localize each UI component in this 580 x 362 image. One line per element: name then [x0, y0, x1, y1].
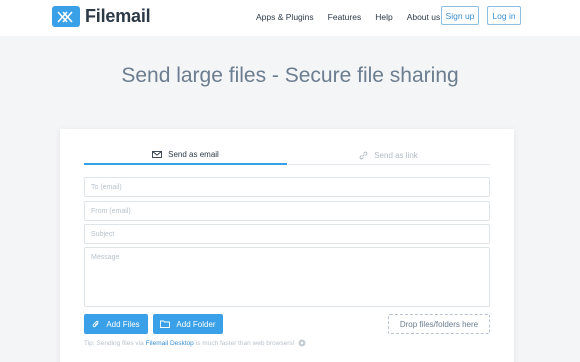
folder-icon [160, 320, 171, 328]
upload-card: Send as email Send as link To (email) Fr… [60, 129, 514, 362]
info-icon[interactable] [298, 339, 306, 347]
add-files-label: Add Files [106, 319, 140, 329]
top-bar: Filemail Apps & Plugins Features Help Ab… [0, 0, 580, 36]
tip-suffix: is much faster than web browsers! [195, 339, 295, 347]
tab-send-as-link[interactable]: Send as link [287, 145, 490, 165]
add-folder-button[interactable]: Add Folder [153, 314, 223, 334]
nav-features[interactable]: Features [328, 12, 362, 22]
tab-link-label: Send as link [374, 150, 418, 160]
nav-about-us[interactable]: About us [407, 12, 441, 22]
brand-logo[interactable]: Filemail [52, 6, 151, 27]
tip-prefix: Tip: Sending files via [84, 339, 144, 347]
add-files-button[interactable]: Add Files [84, 314, 148, 334]
brand-name: Filemail [85, 6, 151, 26]
drop-zone[interactable]: Drop files/folders here [388, 314, 490, 334]
tab-email-label: Send as email [168, 149, 219, 159]
link-icon [359, 151, 368, 159]
login-button[interactable]: Log in [487, 6, 521, 25]
signup-button[interactable]: Sign up [441, 6, 479, 25]
to-email-field[interactable]: To (email) [84, 177, 490, 197]
envelope-icon [152, 150, 163, 158]
send-mode-tabs: Send as email Send as link [84, 145, 490, 165]
add-folder-label: Add Folder [176, 319, 216, 329]
nav-apps-plugins[interactable]: Apps & Plugins [256, 12, 314, 22]
message-field[interactable]: Message [84, 247, 490, 307]
subject-field[interactable]: Subject [84, 224, 490, 244]
logo-icon [52, 6, 80, 27]
page-title: Send large files - Secure file sharing [121, 64, 459, 87]
tip-text: Tip: Sending files via Filemail Desktop … [84, 339, 306, 347]
main-nav: Apps & Plugins Features Help About us [256, 12, 454, 22]
paperclip-icon [93, 320, 99, 327]
nav-help[interactable]: Help [375, 12, 392, 22]
filemail-desktop-link[interactable]: Filemail Desktop [146, 340, 194, 347]
tab-send-as-email[interactable]: Send as email [84, 145, 287, 165]
from-email-field[interactable]: From (email) [84, 201, 490, 221]
